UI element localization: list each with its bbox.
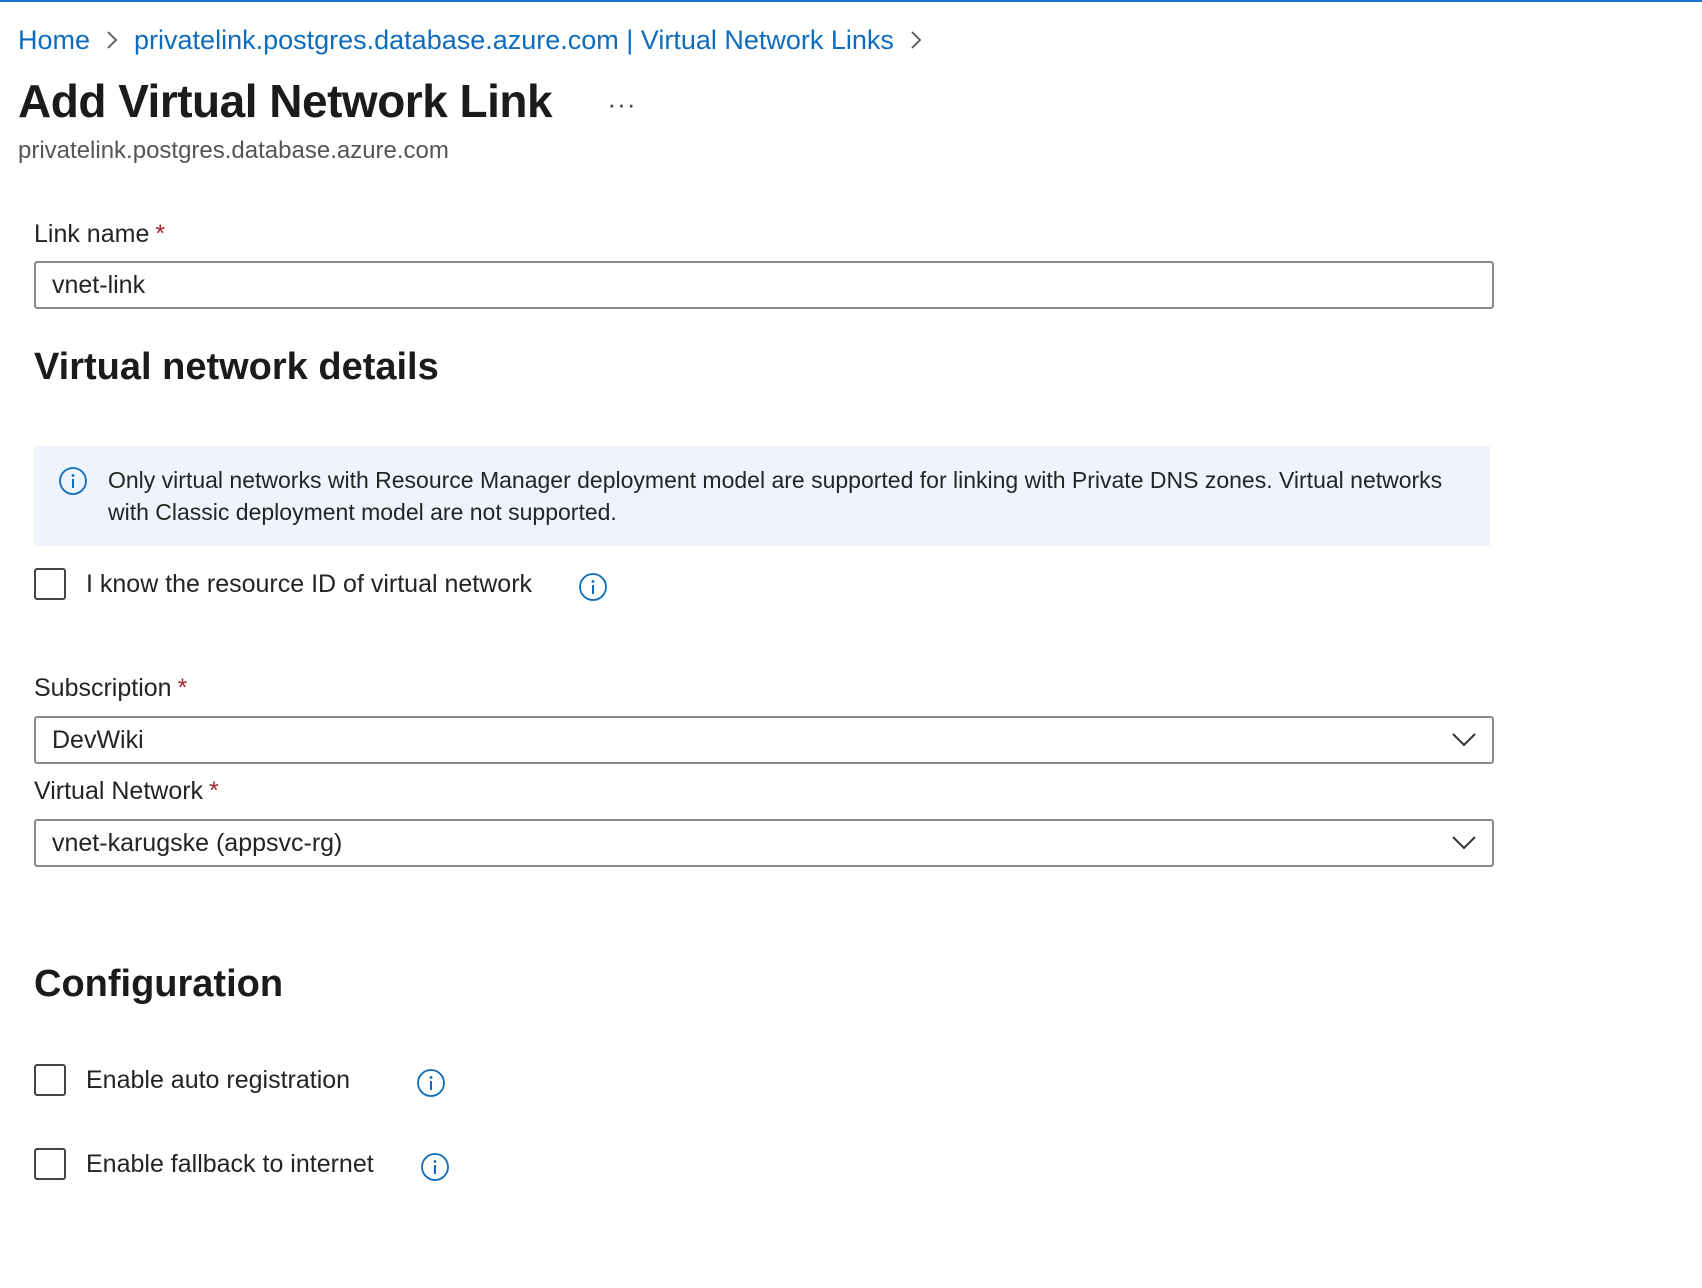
subscription-label: Subscription * <box>34 674 187 703</box>
chevron-down-icon <box>1452 836 1476 850</box>
fallback-internet-label[interactable]: Enable fallback to internet <box>86 1150 374 1179</box>
breadcrumb-vnet-links-link[interactable]: privatelink.postgres.database.azure.com … <box>134 25 894 56</box>
resource-id-checkbox[interactable] <box>34 568 66 600</box>
chevron-right-icon <box>894 29 938 51</box>
link-name-label-text: Link name <box>34 220 150 248</box>
link-name-label: Link name * <box>34 220 165 249</box>
vnet-details-heading: Virtual network details <box>34 346 439 388</box>
fallback-internet-checkbox[interactable] <box>34 1148 66 1180</box>
virtual-network-value: vnet-karugske (appsvc-rg) <box>52 828 343 857</box>
info-icon[interactable] <box>416 1068 446 1098</box>
auto-registration-checkbox[interactable] <box>34 1064 66 1096</box>
info-banner: Only virtual networks with Resource Mana… <box>34 446 1490 546</box>
info-banner-text: Only virtual networks with Resource Mana… <box>108 467 1443 525</box>
chevron-right-icon <box>90 29 134 51</box>
info-icon[interactable] <box>420 1152 450 1182</box>
required-marker: * <box>155 220 166 248</box>
virtual-network-label: Virtual Network * <box>34 777 219 806</box>
subscription-value: DevWiki <box>52 725 144 754</box>
resource-id-checkbox-label[interactable]: I know the resource ID of virtual networ… <box>86 570 532 599</box>
breadcrumb: Home privatelink.postgres.database.azure… <box>18 20 938 60</box>
info-icon[interactable] <box>578 572 608 602</box>
top-accent-line <box>0 0 1702 2</box>
auto-registration-label[interactable]: Enable auto registration <box>86 1066 350 1095</box>
info-icon <box>58 466 88 496</box>
breadcrumb-home-link[interactable]: Home <box>18 25 90 56</box>
configuration-heading: Configuration <box>34 963 284 1005</box>
page-subtitle: privatelink.postgres.database.azure.com <box>18 137 449 164</box>
subscription-dropdown[interactable]: DevWiki <box>34 716 1494 764</box>
page-title: Add Virtual Network Link <box>18 75 553 127</box>
more-options-button[interactable]: ··· <box>602 84 642 124</box>
chevron-down-icon <box>1452 733 1476 747</box>
required-marker: * <box>209 777 219 805</box>
virtual-network-label-text: Virtual Network <box>34 777 204 805</box>
required-marker: * <box>177 674 188 702</box>
link-name-input[interactable] <box>34 261 1494 309</box>
subscription-label-text: Subscription <box>34 674 172 702</box>
virtual-network-dropdown[interactable]: vnet-karugske (appsvc-rg) <box>34 819 1494 867</box>
